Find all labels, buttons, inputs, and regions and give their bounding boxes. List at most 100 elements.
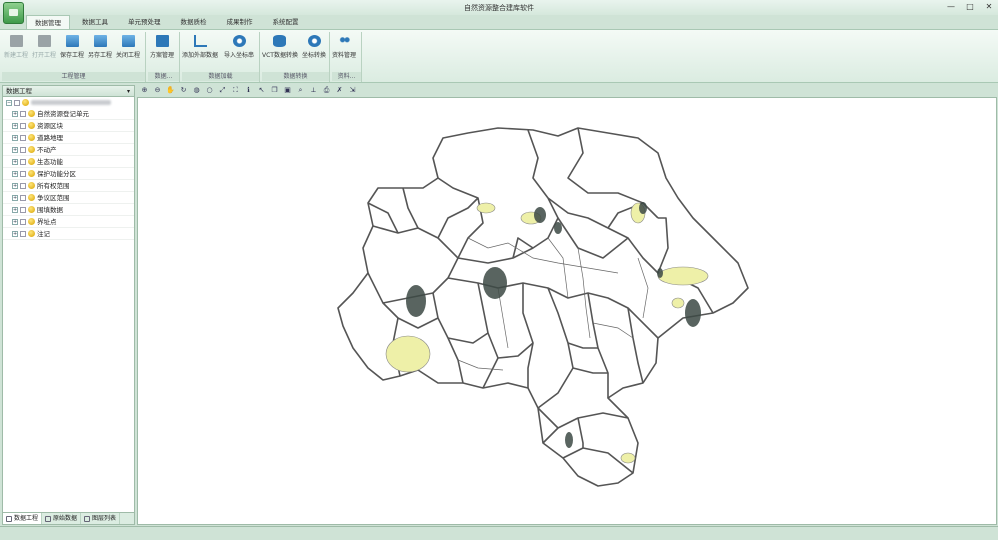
- layer-checkbox[interactable]: [20, 170, 26, 177]
- tree-checkbox[interactable]: [14, 99, 20, 106]
- expand-icon[interactable]: +: [12, 146, 18, 153]
- scheme-icon: [155, 35, 169, 47]
- tab-data-tools[interactable]: 数据工具: [74, 15, 116, 29]
- tab-unit-preprocess[interactable]: 单元预处理: [120, 15, 169, 29]
- layer-item[interactable]: + 自然资源登记单元: [3, 108, 134, 120]
- clear-icon[interactable]: ✗: [335, 86, 344, 95]
- layer-checkbox[interactable]: [20, 230, 26, 237]
- vct-convert-button[interactable]: VCT数据转换: [262, 35, 298, 59]
- tab-layer-list[interactable]: 图层列表: [81, 513, 121, 524]
- map-canvas[interactable]: [138, 98, 998, 526]
- full-extent-icon[interactable]: ⤢: [218, 86, 227, 95]
- close-button[interactable]: ✕: [984, 2, 994, 12]
- open-project-button[interactable]: 打开工程: [32, 35, 56, 59]
- layer-tree: + 自然资源登记单元 + 资源区块 + 道路地理 + 不动产 + 生态功能 + 保护功能分区 + 所有权范…: [3, 108, 134, 240]
- import-coords-button[interactable]: 导入坐标串: [224, 35, 254, 59]
- expand-icon[interactable]: +: [12, 194, 18, 201]
- expand-icon[interactable]: +: [12, 158, 18, 165]
- coord-convert-button[interactable]: 坐标转换: [302, 35, 326, 59]
- export-icon[interactable]: ⇲: [348, 86, 357, 95]
- layer-icon: [28, 182, 35, 189]
- coord-convert-icon: [307, 35, 321, 47]
- tab-raw-data[interactable]: 原始数据: [42, 513, 82, 524]
- layer-icon: [28, 122, 35, 129]
- zoom-in-icon[interactable]: ⊕: [140, 86, 149, 95]
- new-project-button[interactable]: 新建工程: [4, 35, 28, 59]
- tree-root[interactable]: −: [3, 97, 134, 108]
- expand-icon[interactable]: +: [12, 170, 18, 177]
- expand-icon[interactable]: +: [12, 122, 18, 129]
- layer-checkbox[interactable]: [20, 194, 26, 201]
- add-external-data-button[interactable]: 添加外部数据: [182, 35, 218, 59]
- find-icon[interactable]: ⌕: [296, 86, 305, 95]
- paste-icon[interactable]: ▣: [283, 86, 292, 95]
- expand-icon[interactable]: +: [12, 182, 18, 189]
- scheme-manage-button[interactable]: 方案管理: [150, 35, 174, 59]
- layer-checkbox[interactable]: [20, 206, 26, 213]
- ribbon: 新建工程 打开工程 保存工程 另存工程 关闭工程 工程管理 方案管理 数据...…: [0, 29, 998, 83]
- info-icon[interactable]: ℹ: [244, 86, 253, 95]
- layer-item[interactable]: + 注记: [3, 228, 134, 240]
- select-icon[interactable]: ↖: [257, 86, 266, 95]
- map-view[interactable]: [137, 97, 997, 525]
- layer-checkbox[interactable]: [20, 218, 26, 225]
- tab-data-management[interactable]: 数据管理: [26, 15, 70, 29]
- layer-item[interactable]: + 生态功能: [3, 156, 134, 168]
- print-icon[interactable]: ⎙: [322, 86, 331, 95]
- data-project-icon: [6, 515, 12, 522]
- extent-icon[interactable]: ⛶: [231, 86, 240, 95]
- minimize-button[interactable]: —: [946, 2, 956, 12]
- tab-data-project[interactable]: 数据工程: [3, 513, 43, 524]
- zoom-out-icon[interactable]: ⊖: [153, 86, 162, 95]
- title-bar: 自然资源整合建库软件 — □ ✕: [0, 0, 998, 15]
- dark-fill-areas: [406, 202, 701, 448]
- layer-item[interactable]: + 围填数据: [3, 204, 134, 216]
- app-logo-icon[interactable]: [3, 2, 24, 24]
- group-label-scheme: 数据...: [148, 72, 179, 81]
- materials-manage-button[interactable]: 资料管理: [332, 35, 356, 59]
- pan-icon[interactable]: ✋: [166, 86, 175, 95]
- layer-checkbox[interactable]: [20, 182, 26, 189]
- layer-label: 生态功能: [37, 157, 63, 166]
- collapse-icon[interactable]: −: [6, 99, 12, 106]
- close-project-icon: [121, 35, 135, 47]
- layer-item[interactable]: + 资源区块: [3, 120, 134, 132]
- tab-output[interactable]: 成果制作: [219, 15, 261, 29]
- circle-icon[interactable]: ○: [205, 86, 214, 95]
- layer-checkbox[interactable]: [20, 134, 26, 141]
- expand-icon[interactable]: +: [12, 230, 18, 237]
- layer-label: 保护功能分区: [37, 169, 76, 178]
- expand-icon[interactable]: +: [12, 134, 18, 141]
- refresh-icon[interactable]: ↻: [179, 86, 188, 95]
- tab-system-config[interactable]: 系统配置: [265, 15, 307, 29]
- expand-icon[interactable]: +: [12, 218, 18, 225]
- save-as-project-button[interactable]: 另存工程: [88, 35, 112, 59]
- copy-icon[interactable]: ❐: [270, 86, 279, 95]
- project-name-redacted: [31, 100, 111, 105]
- layer-icon: [28, 134, 35, 141]
- close-project-button[interactable]: 关闭工程: [116, 35, 140, 59]
- layer-item[interactable]: + 所有权范围: [3, 180, 134, 192]
- map-toolbar: ⊕ ⊖ ✋ ↻ ◍ ○ ⤢ ⛶ ℹ ↖ ❐ ▣ ⌕ ⟂ ⎙ ✗ ⇲: [140, 84, 357, 96]
- layer-item[interactable]: + 界址点: [3, 216, 134, 228]
- save-project-button[interactable]: 保存工程: [60, 35, 84, 59]
- window-controls: — □ ✕: [946, 2, 994, 12]
- layer-checkbox[interactable]: [20, 146, 26, 153]
- layer-item[interactable]: + 不动产: [3, 144, 134, 156]
- measure-icon[interactable]: ⟂: [309, 86, 318, 95]
- layer-icon: [28, 194, 35, 201]
- pin-icon[interactable]: ▾: [127, 86, 130, 97]
- expand-icon[interactable]: +: [12, 206, 18, 213]
- layer-item[interactable]: + 争议区范围: [3, 192, 134, 204]
- layer-checkbox[interactable]: [20, 158, 26, 165]
- layer-item[interactable]: + 保护功能分区: [3, 168, 134, 180]
- layer-item[interactable]: + 道路地理: [3, 132, 134, 144]
- layer-checkbox[interactable]: [20, 122, 26, 129]
- layer-checkbox[interactable]: [20, 110, 26, 117]
- maximize-button[interactable]: □: [965, 2, 975, 12]
- tab-quality-check[interactable]: 数据质检: [173, 15, 215, 29]
- layer-label: 不动产: [37, 145, 57, 154]
- expand-icon[interactable]: +: [12, 110, 18, 117]
- globe-icon[interactable]: ◍: [192, 86, 201, 95]
- vct-icon: [273, 35, 287, 47]
